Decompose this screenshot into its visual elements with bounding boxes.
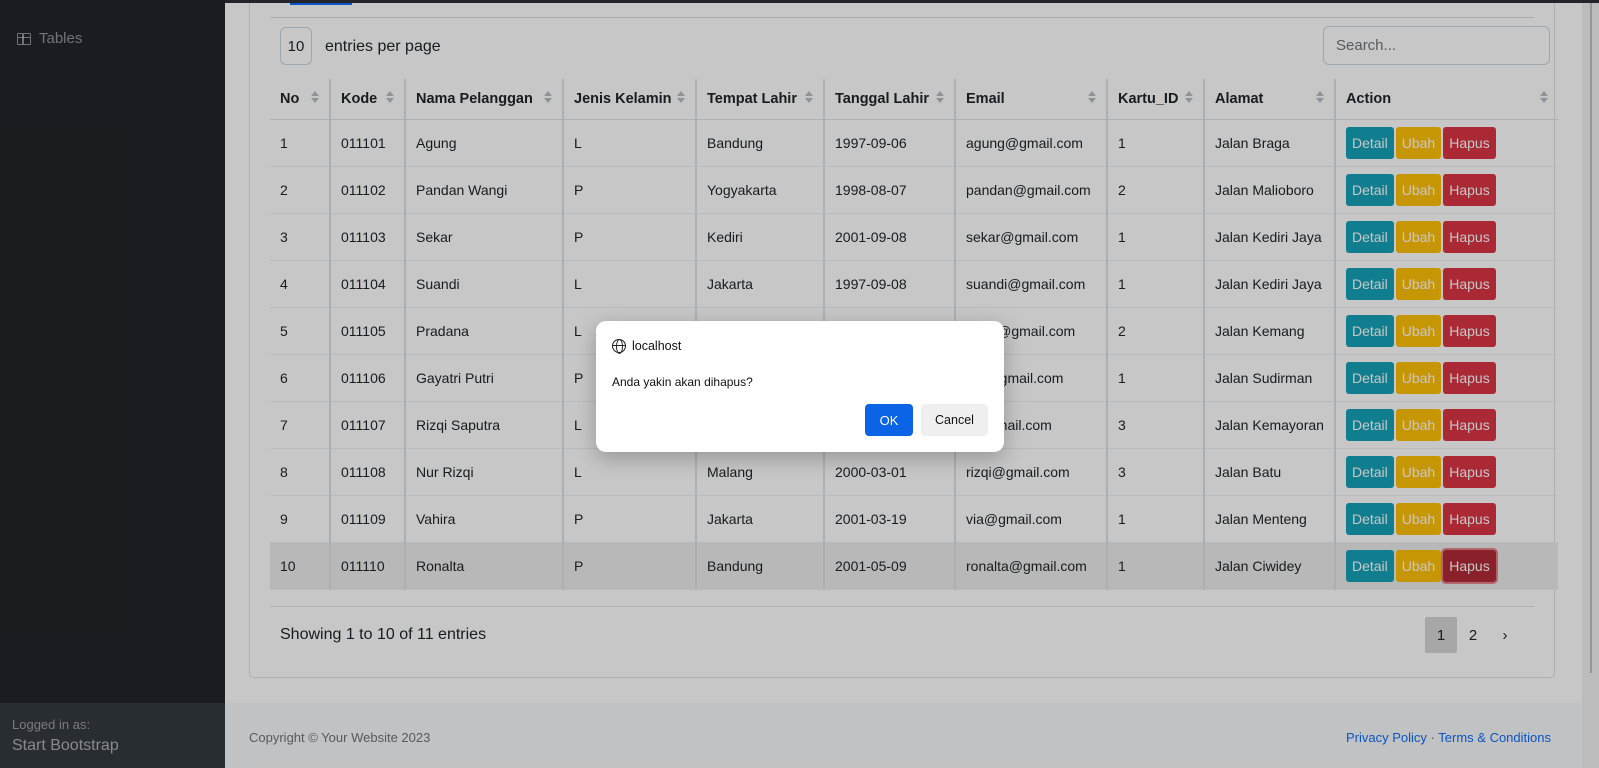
confirm-dialog: localhost Anda yakin akan dihapus? OK Ca…	[596, 321, 1004, 452]
dialog-message: Anda yakin akan dihapus?	[612, 375, 753, 389]
dialog-header: localhost	[612, 339, 682, 354]
ok-button[interactable]: OK	[865, 404, 913, 436]
globe-icon	[612, 339, 626, 354]
cancel-button[interactable]: Cancel	[921, 404, 988, 436]
dialog-origin: localhost	[632, 339, 682, 353]
